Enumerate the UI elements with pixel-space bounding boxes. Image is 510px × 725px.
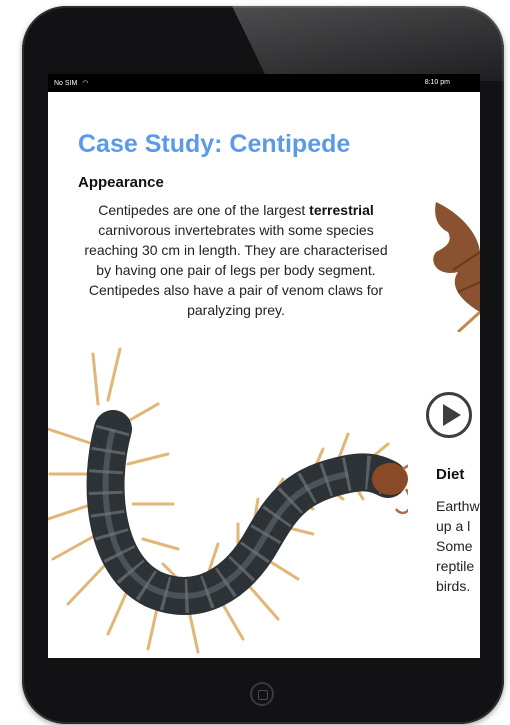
appearance-text-start: Centipedes are one of the largest (98, 202, 310, 218)
appearance-heading: Appearance (78, 174, 164, 191)
diet-text: Earthw up a l Some reptile birds. (436, 496, 480, 596)
appearance-text-bold: terrestrial (309, 202, 374, 218)
appearance-text: Centipedes are one of the largest terres… (76, 200, 396, 320)
play-icon (443, 404, 461, 426)
home-square-icon (258, 690, 268, 700)
page-title: Case Study: Centipede (78, 130, 351, 158)
status-time: 8:10 pm (424, 79, 450, 86)
wifi-icon: ◠ (82, 80, 89, 87)
leaf-image (433, 202, 480, 332)
home-button[interactable] (250, 682, 274, 706)
tablet-device: No SIM ◠ 8:10 pm Case Study: Centipede A… (22, 6, 504, 724)
diet-line: reptile (436, 558, 475, 574)
diet-line: up a l (436, 518, 471, 534)
appearance-text-end: carnivorous invertebrates with some spec… (84, 222, 388, 318)
diet-line: Some (436, 538, 473, 554)
centipede-image (48, 347, 408, 654)
carrier-label: No SIM ◠ (54, 79, 88, 87)
diet-line: birds. (436, 578, 471, 594)
diet-line: Earthw (436, 498, 480, 514)
play-button[interactable] (426, 392, 472, 438)
diet-heading: Diet (436, 466, 465, 483)
front-camera (259, 42, 265, 48)
screen: No SIM ◠ 8:10 pm Case Study: Centipede A… (48, 74, 480, 658)
carrier-text: No SIM (54, 80, 78, 87)
bezel-glare (232, 6, 504, 81)
status-bar: No SIM ◠ 8:10 pm (48, 74, 480, 92)
